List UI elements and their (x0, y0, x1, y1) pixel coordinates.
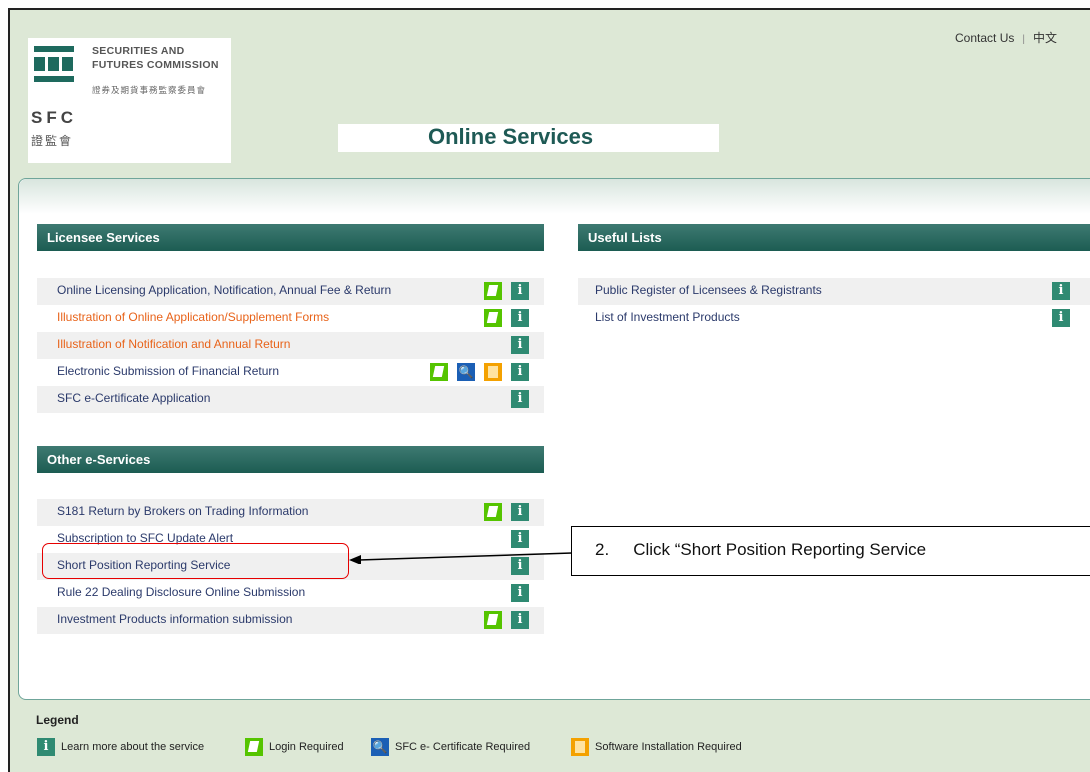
legend-item: i Learn more about the service (37, 738, 204, 756)
panel-header-gradient (19, 179, 1090, 214)
legend-item: Login Required (245, 738, 344, 756)
key-icon: 🔍 (371, 738, 389, 756)
info-icon[interactable]: i (511, 584, 529, 602)
service-link[interactable]: Illustration of Notification and Annual … (57, 333, 290, 355)
logo-name: SECURITIES AND FUTURES COMMISSION (92, 45, 219, 71)
info-icon[interactable]: i (511, 390, 529, 408)
info-icon: i (37, 738, 55, 756)
login-icon[interactable] (484, 611, 502, 629)
highlight-box (42, 543, 349, 579)
service-link[interactable]: Investment Products information submissi… (57, 608, 292, 630)
licensee-services-heading: Licensee Services (37, 224, 544, 251)
legend-title: Legend (36, 713, 79, 727)
service-link[interactable]: Illustration of Online Application/Suppl… (57, 306, 329, 328)
info-icon[interactable]: i (511, 363, 529, 381)
language-link[interactable]: 中文 (1033, 31, 1057, 45)
info-icon[interactable]: i (511, 530, 529, 548)
useful-lists-heading: Useful Lists (578, 224, 1090, 251)
list-item[interactable]: Investment Products information submissi… (37, 607, 544, 634)
top-links: Contact Us | 中文 (955, 29, 1057, 46)
list-item[interactable]: S181 Return by Brokers on Trading Inform… (37, 499, 544, 526)
service-link[interactable]: S181 Return by Brokers on Trading Inform… (57, 500, 308, 522)
legend-item: Software Installation Required (571, 738, 742, 756)
list-item[interactable]: SFC e-Certificate Application i (37, 386, 544, 413)
separator: | (1022, 34, 1025, 45)
login-icon[interactable] (484, 282, 502, 300)
list-item[interactable]: Electronic Submission of Financial Retur… (37, 359, 544, 386)
list-link[interactable]: List of Investment Products (595, 306, 740, 328)
info-icon[interactable]: i (1052, 309, 1070, 327)
software-icon[interactable] (484, 363, 502, 381)
list-item[interactable]: Public Register of Licensees & Registran… (578, 278, 1090, 305)
info-icon[interactable]: i (511, 336, 529, 354)
service-link[interactable]: Online Licensing Application, Notificati… (57, 279, 391, 301)
logo-mark (34, 46, 74, 87)
service-link[interactable]: Rule 22 Dealing Disclosure Online Submis… (57, 581, 305, 603)
list-item[interactable]: List of Investment Products i (578, 305, 1090, 332)
other-eservices-heading: Other e-Services (37, 446, 544, 473)
logo-short-zh: 證監會 (31, 134, 74, 148)
list-item[interactable]: Rule 22 Dealing Disclosure Online Submis… (37, 580, 544, 607)
info-icon[interactable]: i (511, 309, 529, 327)
list-link[interactable]: Public Register of Licensees & Registran… (595, 279, 822, 301)
service-link[interactable]: Electronic Submission of Financial Retur… (57, 360, 279, 382)
login-icon[interactable] (484, 503, 502, 521)
info-icon[interactable]: i (511, 282, 529, 300)
page-title: Online Services (428, 124, 594, 149)
info-icon[interactable]: i (511, 611, 529, 629)
key-icon[interactable]: 🔍 (457, 363, 475, 381)
sfc-logo[interactable]: SECURITIES AND FUTURES COMMISSION 證券及期貨事… (28, 38, 231, 163)
service-link[interactable]: SFC e-Certificate Application (57, 387, 210, 409)
contact-us-link[interactable]: Contact Us (955, 31, 1014, 45)
callout-arrow (349, 552, 573, 564)
callout-text: 2. Click “Short Position Reporting Servic… (595, 540, 927, 559)
software-icon (571, 738, 589, 756)
info-icon[interactable]: i (1052, 282, 1070, 300)
logo-name-zh: 證券及期貨事務監察委員會 (92, 85, 207, 95)
list-item[interactable]: Illustration of Notification and Annual … (37, 332, 544, 359)
login-icon (245, 738, 263, 756)
list-item[interactable]: Illustration of Online Application/Suppl… (37, 305, 544, 332)
login-icon[interactable] (430, 363, 448, 381)
legend-item: 🔍 SFC e- Certificate Required (371, 738, 531, 756)
list-item[interactable]: Online Licensing Application, Notificati… (37, 278, 544, 305)
info-icon[interactable]: i (511, 503, 529, 521)
logo-short: SFC (31, 108, 77, 127)
login-icon[interactable] (484, 309, 502, 327)
